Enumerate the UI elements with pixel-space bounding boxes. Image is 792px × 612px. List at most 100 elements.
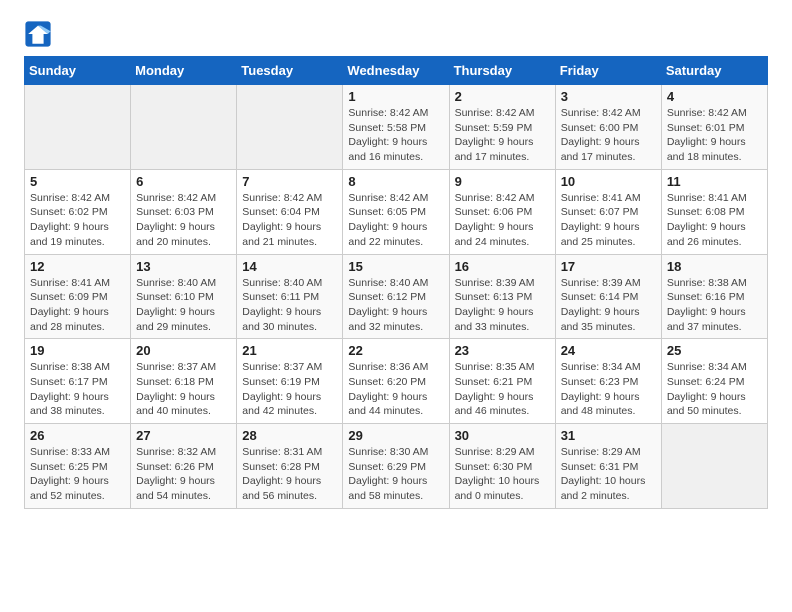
logo-icon: [24, 20, 52, 48]
calendar-cell: 18Sunrise: 8:38 AM Sunset: 6:16 PM Dayli…: [661, 254, 767, 339]
day-detail: Sunrise: 8:42 AM Sunset: 6:03 PM Dayligh…: [136, 191, 231, 250]
header: [24, 20, 768, 48]
day-detail: Sunrise: 8:41 AM Sunset: 6:08 PM Dayligh…: [667, 191, 762, 250]
day-detail: Sunrise: 8:42 AM Sunset: 6:06 PM Dayligh…: [455, 191, 550, 250]
day-number: 30: [455, 428, 550, 443]
calendar-cell: 24Sunrise: 8:34 AM Sunset: 6:23 PM Dayli…: [555, 339, 661, 424]
calendar-cell: 25Sunrise: 8:34 AM Sunset: 6:24 PM Dayli…: [661, 339, 767, 424]
day-detail: Sunrise: 8:42 AM Sunset: 6:00 PM Dayligh…: [561, 106, 656, 165]
day-number: 8: [348, 174, 443, 189]
calendar-cell: 19 Sunrise: 8:38 AM Sunset: 6:17 PM Dayli…: [25, 339, 131, 424]
calendar-table: SundayMondayTuesdayWednesdayThursdayFrid…: [24, 56, 768, 509]
day-detail: Sunrise: 8:39 AM Sunset: 6:13 PM Dayligh…: [455, 276, 550, 335]
day-detail: Sunrise: 8:38 AM Sunset: 6:16 PM Dayligh…: [667, 276, 762, 335]
day-detail: Sunrise: 8:42 AM Sunset: 6:01 PM Dayligh…: [667, 106, 762, 165]
day-detail: Sunrise: 8:40 AM Sunset: 6:11 PM Dayligh…: [242, 276, 337, 335]
day-number: 29: [348, 428, 443, 443]
day-detail: Sunrise: 8:42 AM Sunset: 6:05 PM Dayligh…: [348, 191, 443, 250]
calendar-cell: 7 Sunrise: 8:42 AM Sunset: 6:04 PM Daylig…: [237, 169, 343, 254]
calendar-cell: 4 Sunrise: 8:42 AM Sunset: 6:01 PM Daylig…: [661, 85, 767, 170]
day-detail: Sunrise: 8:37 AM Sunset: 6:18 PM Dayligh…: [136, 360, 231, 419]
calendar-cell: 6 Sunrise: 8:42 AM Sunset: 6:03 PM Daylig…: [131, 169, 237, 254]
calendar-cell: 1 Sunrise: 8:42 AM Sunset: 5:58 PM Daylig…: [343, 85, 449, 170]
day-number: 12: [30, 259, 125, 274]
logo: [24, 20, 56, 48]
day-detail: Sunrise: 8:38 AM Sunset: 6:17 PM Dayligh…: [30, 360, 125, 419]
calendar-cell: [131, 85, 237, 170]
day-detail: Sunrise: 8:32 AM Sunset: 6:26 PM Dayligh…: [136, 445, 231, 504]
calendar-cell: 28 Sunrise: 8:31 AM Sunset: 6:28 PM Dayli…: [237, 424, 343, 509]
calendar-cell: 11 Sunrise: 8:41 AM Sunset: 6:08 PM Dayli…: [661, 169, 767, 254]
day-detail: Sunrise: 8:30 AM Sunset: 6:29 PM Dayligh…: [348, 445, 443, 504]
calendar-cell: 26Sunrise: 8:33 AM Sunset: 6:25 PM Dayli…: [25, 424, 131, 509]
weekday-header-row: SundayMondayTuesdayWednesdayThursdayFrid…: [25, 57, 768, 85]
day-detail: Sunrise: 8:41 AM Sunset: 6:09 PM Dayligh…: [30, 276, 125, 335]
day-detail: Sunrise: 8:42 AM Sunset: 6:02 PM Dayligh…: [30, 191, 125, 250]
calendar-cell: 23 Sunrise: 8:35 AM Sunset: 6:21 PM Dayli…: [449, 339, 555, 424]
day-detail: Sunrise: 8:40 AM Sunset: 6:10 PM Dayligh…: [136, 276, 231, 335]
day-number: 16: [455, 259, 550, 274]
weekday-header-saturday: Saturday: [661, 57, 767, 85]
day-detail: Sunrise: 8:29 AM Sunset: 6:30 PM Dayligh…: [455, 445, 550, 504]
weekday-header-tuesday: Tuesday: [237, 57, 343, 85]
day-number: 31: [561, 428, 656, 443]
day-detail: Sunrise: 8:42 AM Sunset: 6:04 PM Dayligh…: [242, 191, 337, 250]
calendar-cell: 5 Sunrise: 8:42 AM Sunset: 6:02 PM Daylig…: [25, 169, 131, 254]
calendar-cell: 12 Sunrise: 8:41 AM Sunset: 6:09 PM Dayli…: [25, 254, 131, 339]
calendar-cell: 16 Sunrise: 8:39 AM Sunset: 6:13 PM Dayli…: [449, 254, 555, 339]
day-detail: Sunrise: 8:41 AM Sunset: 6:07 PM Dayligh…: [561, 191, 656, 250]
day-number: 14: [242, 259, 337, 274]
day-number: 7: [242, 174, 337, 189]
day-detail: Sunrise: 8:33 AM Sunset: 6:25 PM Dayligh…: [30, 445, 125, 504]
weekday-header-monday: Monday: [131, 57, 237, 85]
calendar-cell: 3 Sunrise: 8:42 AM Sunset: 6:00 PM Daylig…: [555, 85, 661, 170]
day-detail: Sunrise: 8:34 AM Sunset: 6:24 PM Dayligh…: [667, 360, 762, 419]
week-row-1: 5 Sunrise: 8:42 AM Sunset: 6:02 PM Daylig…: [25, 169, 768, 254]
day-detail: Sunrise: 8:29 AM Sunset: 6:31 PM Dayligh…: [561, 445, 656, 504]
calendar-cell: 17 Sunrise: 8:39 AM Sunset: 6:14 PM Dayli…: [555, 254, 661, 339]
calendar-cell: 2 Sunrise: 8:42 AM Sunset: 5:59 PM Daylig…: [449, 85, 555, 170]
day-detail: Sunrise: 8:36 AM Sunset: 6:20 PM Dayligh…: [348, 360, 443, 419]
calendar-cell: 13 Sunrise: 8:40 AM Sunset: 6:10 PM Dayli…: [131, 254, 237, 339]
day-number: 11: [667, 174, 762, 189]
calendar-cell: 21Sunrise: 8:37 AM Sunset: 6:19 PM Dayli…: [237, 339, 343, 424]
page: SundayMondayTuesdayWednesdayThursdayFrid…: [0, 0, 792, 529]
day-number: 19: [30, 343, 125, 358]
day-detail: Sunrise: 8:42 AM Sunset: 5:58 PM Dayligh…: [348, 106, 443, 165]
day-number: 28: [242, 428, 337, 443]
weekday-header-thursday: Thursday: [449, 57, 555, 85]
calendar-cell: 22 Sunrise: 8:36 AM Sunset: 6:20 PM Dayli…: [343, 339, 449, 424]
day-number: 4: [667, 89, 762, 104]
calendar-cell: [25, 85, 131, 170]
day-number: 2: [455, 89, 550, 104]
day-number: 24: [561, 343, 656, 358]
calendar-cell: 9Sunrise: 8:42 AM Sunset: 6:06 PM Daylig…: [449, 169, 555, 254]
calendar-cell: 31 Sunrise: 8:29 AM Sunset: 6:31 PM Dayli…: [555, 424, 661, 509]
day-number: 20: [136, 343, 231, 358]
day-number: 1: [348, 89, 443, 104]
day-detail: Sunrise: 8:39 AM Sunset: 6:14 PM Dayligh…: [561, 276, 656, 335]
week-row-3: 19 Sunrise: 8:38 AM Sunset: 6:17 PM Dayli…: [25, 339, 768, 424]
day-detail: Sunrise: 8:40 AM Sunset: 6:12 PM Dayligh…: [348, 276, 443, 335]
day-number: 5: [30, 174, 125, 189]
week-row-4: 26Sunrise: 8:33 AM Sunset: 6:25 PM Dayli…: [25, 424, 768, 509]
week-row-2: 12 Sunrise: 8:41 AM Sunset: 6:09 PM Dayli…: [25, 254, 768, 339]
week-row-0: 1 Sunrise: 8:42 AM Sunset: 5:58 PM Daylig…: [25, 85, 768, 170]
calendar-cell: 14 Sunrise: 8:40 AM Sunset: 6:11 PM Dayli…: [237, 254, 343, 339]
calendar-cell: 30 Sunrise: 8:29 AM Sunset: 6:30 PM Dayli…: [449, 424, 555, 509]
day-number: 6: [136, 174, 231, 189]
day-number: 22: [348, 343, 443, 358]
day-detail: Sunrise: 8:42 AM Sunset: 5:59 PM Dayligh…: [455, 106, 550, 165]
calendar-cell: [237, 85, 343, 170]
day-number: 17: [561, 259, 656, 274]
day-detail: Sunrise: 8:31 AM Sunset: 6:28 PM Dayligh…: [242, 445, 337, 504]
calendar-cell: [661, 424, 767, 509]
day-number: 23: [455, 343, 550, 358]
day-detail: Sunrise: 8:35 AM Sunset: 6:21 PM Dayligh…: [455, 360, 550, 419]
day-detail: Sunrise: 8:37 AM Sunset: 6:19 PM Dayligh…: [242, 360, 337, 419]
day-number: 13: [136, 259, 231, 274]
calendar-cell: 8 Sunrise: 8:42 AM Sunset: 6:05 PM Daylig…: [343, 169, 449, 254]
calendar-cell: 15Sunrise: 8:40 AM Sunset: 6:12 PM Dayli…: [343, 254, 449, 339]
day-number: 3: [561, 89, 656, 104]
calendar-cell: 29 Sunrise: 8:30 AM Sunset: 6:29 PM Dayli…: [343, 424, 449, 509]
